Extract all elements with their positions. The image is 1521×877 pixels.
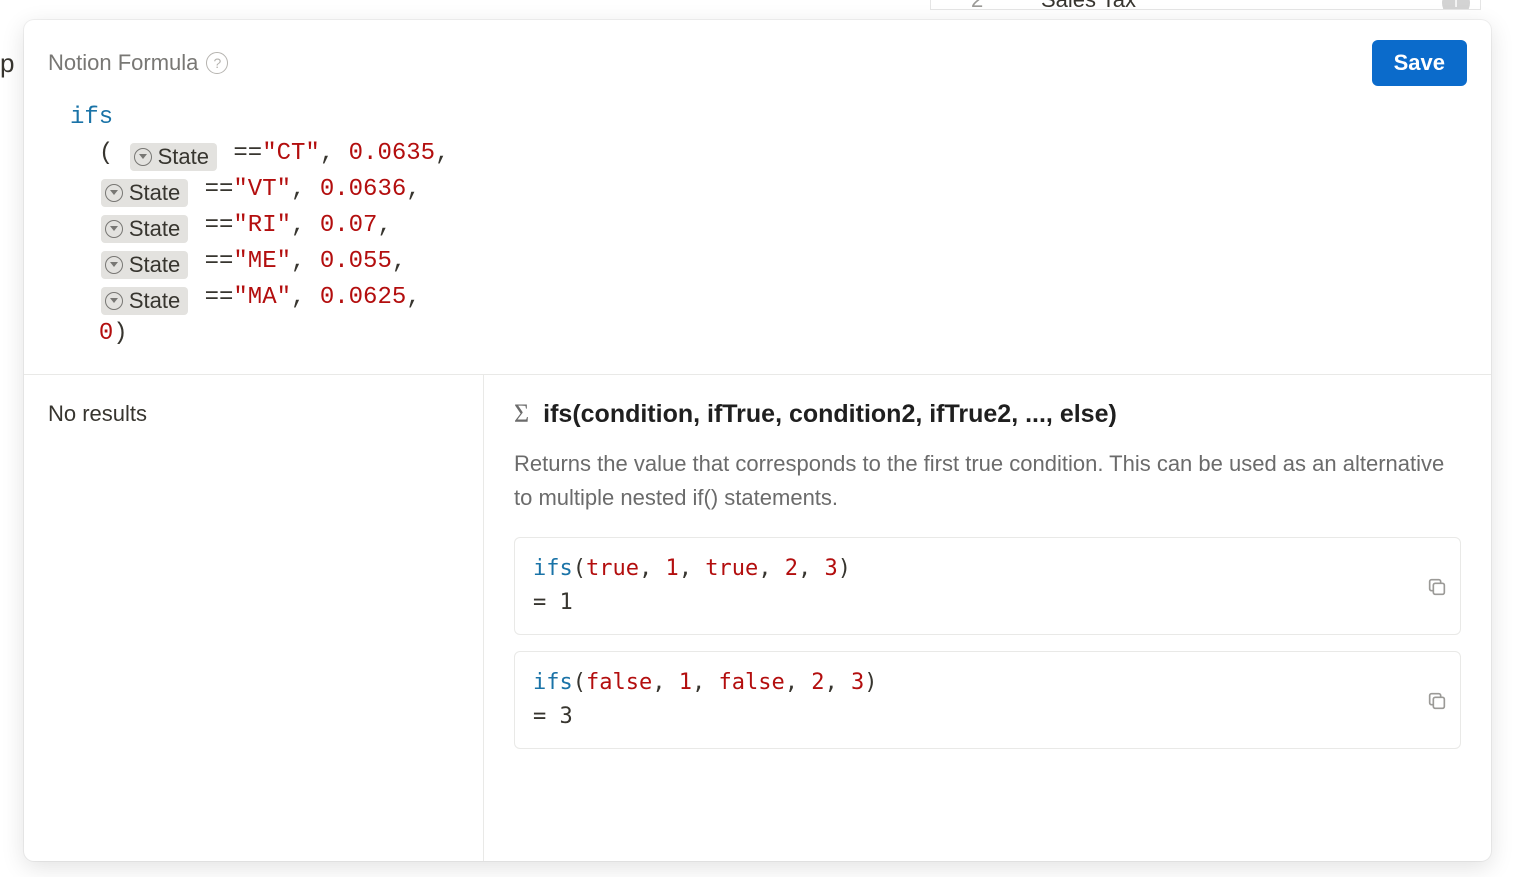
select-icon: [105, 220, 123, 238]
split-panel: No results Σ ifs(condition, ifTrue, cond…: [24, 374, 1491, 861]
property-name: State: [158, 143, 209, 171]
background-info-icon: i: [1442, 0, 1470, 10]
property-name: State: [129, 215, 180, 243]
suggestions-pane: No results: [24, 375, 484, 861]
example-result: = 1: [533, 586, 1442, 620]
fn-name: ifs: [70, 104, 113, 131]
function-signature: ifs(condition, ifTrue, condition2, ifTru…: [543, 400, 1117, 429]
title-wrap: Notion Formula ?: [48, 50, 228, 76]
modal-title: Notion Formula: [48, 50, 198, 76]
copy-icon[interactable]: [1426, 575, 1448, 597]
select-icon: [105, 256, 123, 274]
property-name: State: [129, 251, 180, 279]
select-icon: [134, 148, 152, 166]
property-pill[interactable]: State: [130, 143, 217, 171]
example-result: = 3: [533, 700, 1442, 734]
background-row-number: 2: [971, 0, 983, 10]
no-results-text: No results: [48, 401, 459, 427]
background-text-left: p: [0, 48, 14, 79]
property-pill[interactable]: State: [101, 215, 188, 243]
modal-header: Notion Formula ? Save: [24, 20, 1491, 86]
documentation-pane: Σ ifs(condition, ifTrue, condition2, ifT…: [484, 375, 1491, 861]
property-pill[interactable]: State: [101, 179, 188, 207]
save-button[interactable]: Save: [1372, 40, 1467, 86]
function-description: Returns the value that corresponds to th…: [514, 447, 1461, 515]
formula-editor[interactable]: ifs ( State =="CT", 0.0635, State =="VT"…: [24, 86, 1491, 374]
property-pill[interactable]: State: [101, 251, 188, 279]
property-pill[interactable]: State: [101, 287, 188, 315]
help-icon[interactable]: ?: [206, 52, 228, 74]
formula-modal: Notion Formula ? Save ifs ( State =="CT"…: [24, 20, 1491, 861]
property-name: State: [129, 287, 180, 315]
property-name: State: [129, 179, 180, 207]
select-icon: [105, 292, 123, 310]
background-row-text: Sales Tax: [1041, 0, 1136, 10]
copy-icon[interactable]: [1426, 689, 1448, 711]
select-icon: [105, 184, 123, 202]
background-row-peek: 2 Sales Tax i: [930, 0, 1481, 10]
example-block: ifs(true, 1, true, 2, 3)= 1: [514, 537, 1461, 635]
sigma-icon: Σ: [514, 399, 529, 429]
example-block: ifs(false, 1, false, 2, 3)= 3: [514, 651, 1461, 749]
signature-row: Σ ifs(condition, ifTrue, condition2, ifT…: [514, 399, 1461, 429]
